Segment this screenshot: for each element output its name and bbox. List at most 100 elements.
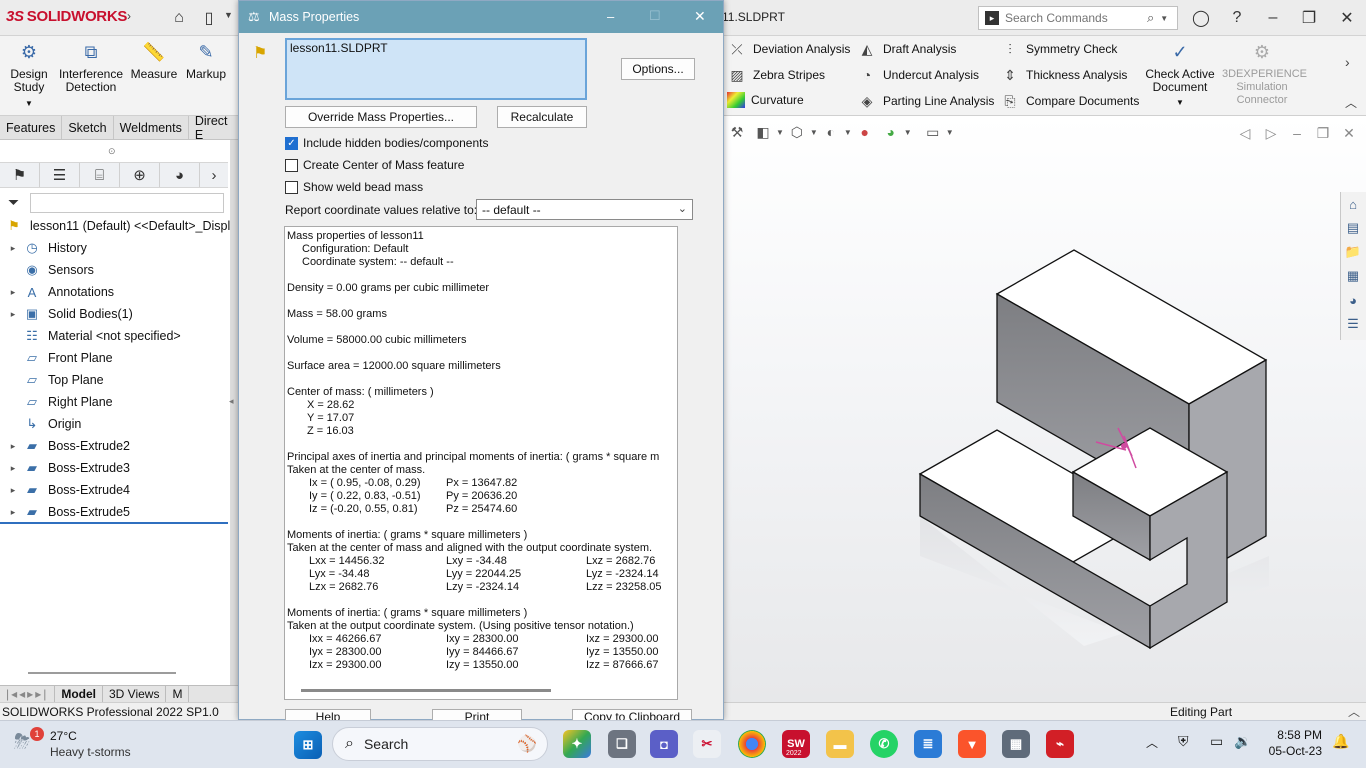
interference-detection-button[interactable]: ⧉ Interference Detection [58, 40, 124, 94]
orientation-dropdown-icon[interactable]: ▼ [810, 128, 818, 137]
search-commands-input[interactable] [1005, 11, 1145, 25]
snipping-tool-icon[interactable]: ✂ [693, 730, 721, 758]
clock-date[interactable]: 05-Oct-23 [1262, 744, 1322, 758]
user-account-icon[interactable]: ◯ [1188, 5, 1214, 31]
dialog-maximize-icon[interactable]: ☐ [649, 8, 661, 24]
scene-dropdown-icon[interactable]: ▼ [904, 128, 912, 137]
file-explorer-taskbar-icon[interactable]: ▬ [826, 730, 854, 758]
deviation-analysis-button[interactable]: ⤫ Deviation Analysis [727, 40, 850, 58]
selected-item[interactable]: lesson11.SLDPRT [290, 41, 388, 55]
scene-icon[interactable]: ◕ [878, 121, 904, 143]
notifications-bell-icon[interactable]: 🔔 [1332, 733, 1349, 750]
tree-item[interactable]: ▸ ▰ Boss-Extrude2 [0, 435, 130, 457]
view-palette-icon[interactable]: ▦ [1341, 264, 1365, 288]
displaymanager-tab-icon[interactable]: ◕ [160, 163, 200, 187]
tree-root[interactable]: ⚑ lesson11 (Default) <<Default>_Display [0, 215, 243, 237]
override-mass-properties-button[interactable]: Override Mass Properties... [285, 106, 477, 128]
viewport-restore-icon[interactable]: ❐ [1310, 122, 1336, 144]
tree-item[interactable]: ▸ ▰ Boss-Extrude4 [0, 479, 130, 501]
feature-manager-splitter[interactable] [230, 140, 238, 685]
unchecked-box-icon[interactable] [285, 180, 298, 194]
whatsapp-icon[interactable]: ✆ [870, 730, 898, 758]
viewport-minimize-icon[interactable]: – [1284, 122, 1310, 144]
check-active-dropdown-icon[interactable]: ▼ [1144, 96, 1216, 109]
configurationmanager-tab-icon[interactable]: ⌸ [80, 163, 120, 187]
brave-browser-icon[interactable]: ▼ [958, 730, 986, 758]
expand-arrow-icon[interactable]: ▸ [7, 243, 19, 254]
new-dropdown-icon[interactable]: ▼ [224, 10, 233, 20]
viewport-forward-icon[interactable]: ▷ [1258, 122, 1284, 144]
copilot-pre-icon[interactable]: ✦ [563, 730, 591, 758]
create-center-of-mass-checkbox[interactable]: Create Center of Mass feature [285, 158, 464, 172]
tab-motion-study[interactable]: M [166, 686, 190, 702]
tab-sketch[interactable]: Sketch [62, 116, 114, 139]
parting-line-analysis-button[interactable]: ◈ Parting Line Analysis [857, 92, 995, 110]
curvature-button[interactable]: Curvature [727, 92, 804, 108]
viewport-back-icon[interactable]: ◁ [1232, 122, 1258, 144]
graphics-area[interactable] [724, 116, 1366, 702]
experience-simulation-connector-button[interactable]: ⚙ 3DEXPERIENCE Simulation Connector [1222, 40, 1307, 107]
acrobat-reader-icon[interactable]: ⌁ [1046, 730, 1074, 758]
tree-item[interactable]: ▸ A Annotations [0, 281, 114, 303]
display-settings-icon[interactable]: ▭ [920, 121, 946, 143]
security-icon[interactable]: ⛨ [1178, 733, 1189, 750]
appearances-icon[interactable]: ◕ [1341, 288, 1365, 312]
viewport-close-icon[interactable]: ✕ [1336, 122, 1362, 144]
display-icon[interactable]: ▭ [1210, 733, 1223, 750]
section-view-icon[interactable]: ◧ [750, 121, 776, 143]
magnifier-icon[interactable]: ⌕ [1147, 10, 1154, 26]
dimxpert-tab-icon[interactable]: ⊕ [120, 163, 160, 187]
tree-item[interactable]: ▱ Right Plane [0, 391, 113, 413]
design-study-button[interactable]: ⚙ Design Study ▼ [6, 40, 52, 110]
selected-items-list[interactable]: lesson11.SLDPRT [285, 38, 587, 100]
appearance-icon[interactable]: ● [852, 121, 878, 143]
solidworks-resources-icon[interactable]: ⌂ [1341, 192, 1365, 216]
start-button[interactable]: ⊞ [294, 731, 322, 759]
propertymanager-tab-icon[interactable]: ☰ [40, 163, 80, 187]
clock-time[interactable]: 8:58 PM [1268, 728, 1322, 742]
weather-description[interactable]: Heavy t-storms [50, 745, 131, 759]
menu-expand-icon[interactable]: › [127, 9, 131, 23]
volume-icon[interactable]: 🔉 [1234, 733, 1251, 750]
dialog-minimize-icon[interactable]: – [607, 9, 614, 24]
checkmark-icon[interactable]: ✓ [285, 136, 298, 150]
show-weld-bead-mass-checkbox[interactable]: Show weld bead mass [285, 180, 423, 194]
tree-item[interactable]: ▱ Top Plane [0, 369, 104, 391]
chrome-icon[interactable] [738, 730, 766, 758]
recalculate-button[interactable]: Recalculate [497, 106, 587, 128]
hide-show-icon[interactable]: ◐ [818, 121, 844, 143]
expand-arrow-icon[interactable]: ▸ [7, 463, 19, 474]
tab-direct-edit[interactable]: Direct E [189, 114, 240, 142]
coordinate-system-select[interactable]: -- default -- ⌄ [476, 199, 693, 220]
notepad-icon[interactable]: ≣ [914, 730, 942, 758]
thickness-analysis-button[interactable]: ⇕ Thickness Analysis [1000, 66, 1127, 84]
hide-show-dropdown-icon[interactable]: ▼ [844, 128, 852, 137]
view-orientation-icon[interactable]: ⬡ [784, 121, 810, 143]
task-view-icon[interactable]: ❏ [608, 730, 636, 758]
display-dropdown-icon[interactable]: ▼ [946, 128, 954, 137]
dialog-close-icon[interactable]: ✕ [694, 8, 706, 25]
weather-storm-icon[interactable]: ⛈ [14, 731, 30, 754]
file-explorer-icon[interactable]: 📁 [1341, 240, 1365, 264]
close-icon[interactable]: ✕ [1334, 5, 1360, 31]
section-dropdown-icon[interactable]: ▼ [776, 128, 784, 137]
unchecked-box-icon[interactable] [285, 158, 298, 172]
home-icon[interactable]: ⌂ [166, 5, 192, 31]
expand-arrow-icon[interactable]: ▸ [7, 309, 19, 320]
compare-documents-button[interactable]: ⎘ Compare Documents [1000, 92, 1139, 110]
tree-filter-input[interactable] [30, 193, 224, 213]
symmetry-check-button[interactable]: ⫶ Symmetry Check [1000, 40, 1117, 58]
tab-weldments[interactable]: Weldments [114, 116, 189, 139]
weather-temperature[interactable]: 27°C [50, 729, 77, 743]
expand-arrow-icon[interactable]: ▸ [7, 507, 19, 518]
show-hidden-icons-icon[interactable]: ︿ [1146, 734, 1158, 751]
zebra-stripes-button[interactable]: ▨ Zebra Stripes [727, 66, 825, 84]
options-button[interactable]: Options... [621, 58, 695, 80]
calculator-icon[interactable]: ▦ [1002, 730, 1030, 758]
check-active-document-button[interactable]: ✓ Check Active Document ▼ [1144, 40, 1216, 109]
search-commands-box[interactable]: ▸ ⌕ ▼ [978, 6, 1178, 30]
tree-item[interactable]: ▸ ▰ Boss-Extrude5 [0, 501, 130, 523]
mass-properties-results[interactable]: Mass properties of lesson11 Configuratio… [284, 226, 678, 700]
expand-arrow-icon[interactable]: ▸ [7, 287, 19, 298]
status-expand-icon[interactable]: ︿ [1348, 703, 1360, 720]
